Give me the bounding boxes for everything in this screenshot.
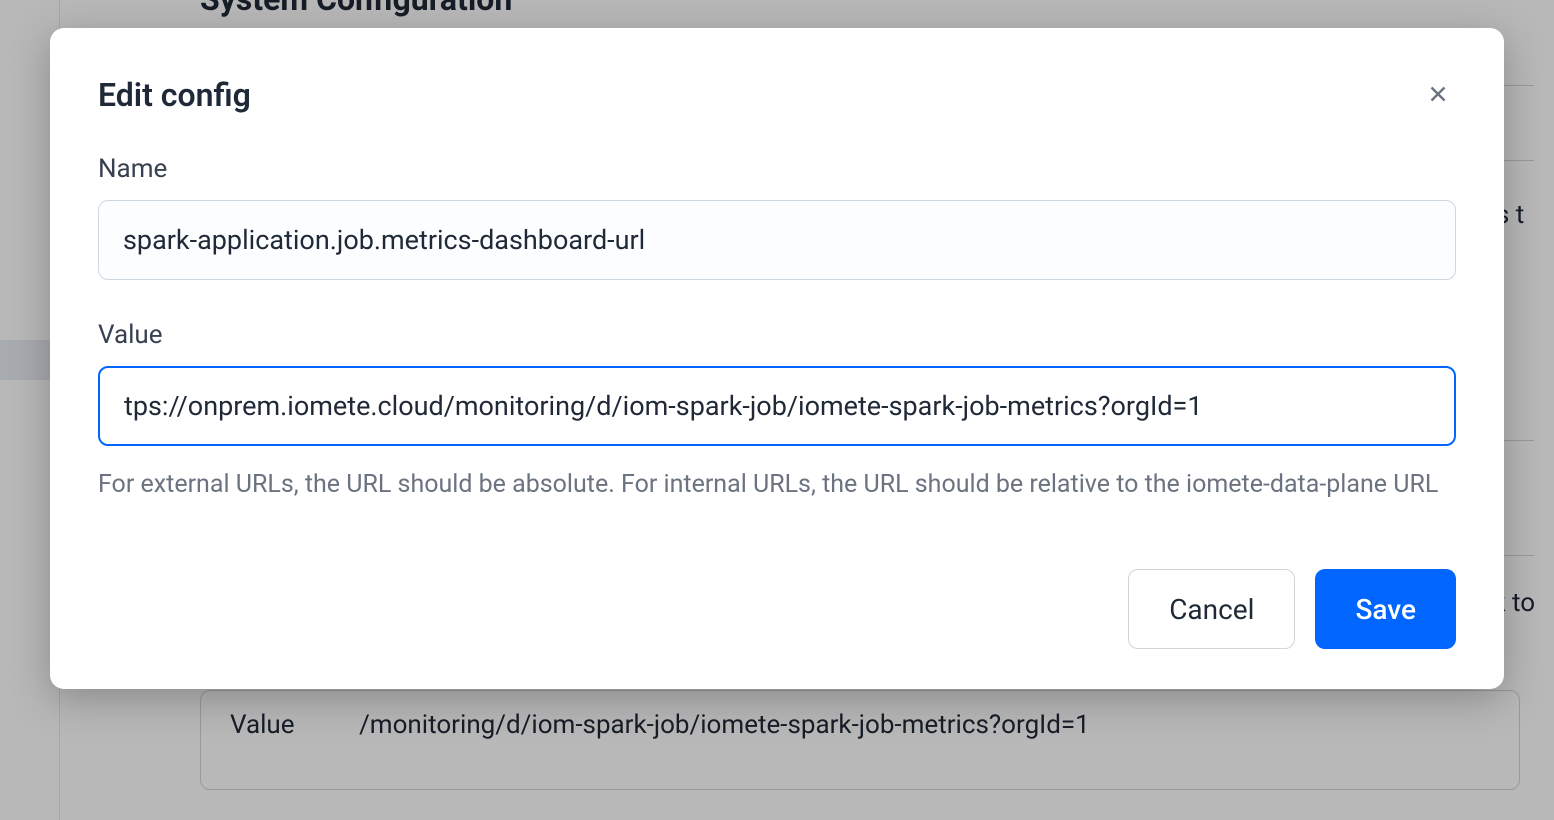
name-input[interactable] [98,200,1456,280]
value-input[interactable] [98,366,1456,446]
close-button[interactable] [1420,77,1456,113]
value-label: Value [98,320,1456,350]
save-button[interactable]: Save [1315,569,1456,649]
cancel-button[interactable]: Cancel [1128,569,1295,649]
modal-header: Edit config [98,76,1456,114]
value-field-group: Value For external URLs, the URL should … [98,320,1456,505]
close-icon [1425,81,1451,110]
modal-footer: Cancel Save [98,569,1456,649]
name-field-group: Name [98,154,1456,280]
edit-config-modal: Edit config Name Value For external URLs… [50,28,1504,689]
value-help-text: For external URLs, the URL should be abs… [98,464,1456,505]
modal-title: Edit config [98,76,251,114]
name-label: Name [98,154,1456,184]
